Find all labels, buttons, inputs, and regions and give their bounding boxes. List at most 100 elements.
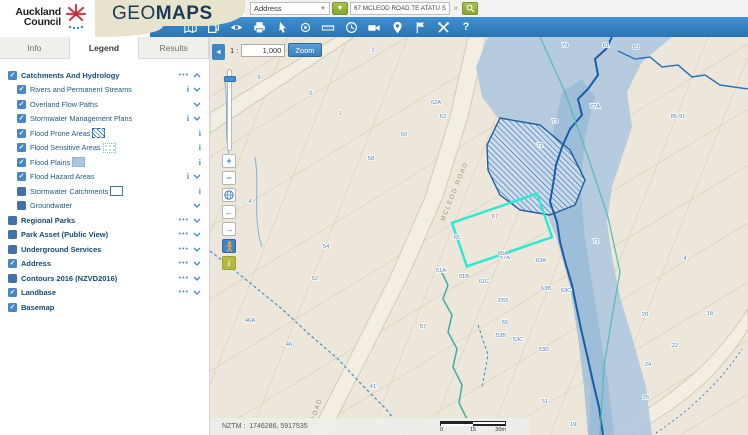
layer-checkbox[interactable]: ✓ xyxy=(8,259,17,268)
layer-checkbox[interactable] xyxy=(8,274,17,283)
sidebar-collapse-button[interactable]: ◄ xyxy=(212,44,225,60)
video-camera-icon[interactable] xyxy=(367,20,381,34)
layer-row: Underground Services ••• xyxy=(0,242,209,257)
layer-menu-icon[interactable]: ••• xyxy=(179,275,189,282)
search-input[interactable] xyxy=(350,2,450,15)
layer-info-icon[interactable]: i xyxy=(199,129,201,138)
zoom-slider-handle[interactable] xyxy=(224,76,236,82)
layer-checkbox[interactable]: ✓ xyxy=(17,143,26,152)
next-extent-button[interactable]: → xyxy=(222,222,236,236)
print-icon[interactable] xyxy=(252,20,266,34)
location-pin-icon[interactable] xyxy=(390,20,404,34)
bookmark-flag-icon[interactable] xyxy=(413,20,427,34)
identify-target-icon[interactable] xyxy=(298,20,312,34)
parcel-label: 71 xyxy=(537,143,543,149)
zoom-button[interactable]: Zoom xyxy=(288,43,321,57)
parcel-label: 63B xyxy=(541,286,551,292)
measure-ruler-icon[interactable] xyxy=(321,20,335,34)
geomaps-app: ? Address ▼ ▼ × GEOMAPS Auckland Council xyxy=(0,0,748,435)
pointer-icon[interactable] xyxy=(275,20,289,34)
history-clock-icon[interactable] xyxy=(344,20,358,34)
layer-checkbox[interactable] xyxy=(17,187,26,196)
layer-chevron-down-icon[interactable] xyxy=(193,218,201,223)
layer-chevron-down-icon[interactable] xyxy=(193,174,201,179)
scale-ratio-label: 1 : xyxy=(230,46,238,55)
status-bar: NZTM : 1746286, 5917535 01530m xyxy=(210,418,530,435)
layer-chevron-down-icon[interactable] xyxy=(193,116,201,121)
layer-info-icon[interactable]: i xyxy=(187,85,189,94)
layer-chevron-down-icon[interactable] xyxy=(193,261,201,266)
full-extent-globe-button[interactable] xyxy=(222,188,236,202)
parcel-label: 24 xyxy=(645,362,652,368)
clear-search-icon[interactable]: × xyxy=(452,4,460,13)
layer-label: Underground Services xyxy=(21,245,101,254)
search-type-select[interactable]: Address ▼ xyxy=(250,2,330,15)
layer-chevron-down-icon[interactable] xyxy=(193,290,201,295)
layer-menu-icon[interactable]: ••• xyxy=(179,231,189,238)
parcel-label: 53C xyxy=(513,337,524,343)
zoom-in-button[interactable]: + xyxy=(222,154,236,168)
layer-chevron-down-icon[interactable] xyxy=(193,247,201,252)
layer-chevron-up-icon[interactable] xyxy=(193,73,201,78)
scale-input[interactable] xyxy=(241,44,285,57)
tools-icon[interactable] xyxy=(436,20,450,34)
tab-results[interactable]: Results xyxy=(139,37,209,58)
layer-menu-icon[interactable]: ••• xyxy=(179,289,189,296)
layer-info-icon[interactable]: i xyxy=(199,158,201,167)
layer-checkbox[interactable]: ✓ xyxy=(8,71,17,80)
parcel-label: 57 xyxy=(420,324,426,330)
layer-info-icon[interactable]: i xyxy=(187,114,189,123)
tab-legend[interactable]: Legend xyxy=(70,37,140,59)
layer-info-icon[interactable]: i xyxy=(187,172,189,181)
layer-chevron-down-icon[interactable] xyxy=(193,102,201,107)
map-toolbar: ? xyxy=(150,17,748,37)
parcel-label: 1 xyxy=(371,48,374,54)
legend-swatch-dots xyxy=(103,143,116,153)
help-icon[interactable]: ? xyxy=(459,20,473,34)
layer-menu-icon[interactable]: ••• xyxy=(179,72,189,79)
layer-chevron-down-icon[interactable] xyxy=(193,232,201,237)
parcel-label: 65 xyxy=(454,235,460,241)
layer-menu-icon[interactable]: ••• xyxy=(179,260,189,267)
layer-checkbox[interactable]: ✓ xyxy=(8,288,17,297)
street-view-pegman-button[interactable] xyxy=(222,239,236,253)
map-controls: + − ← → i xyxy=(222,69,238,270)
layer-row: ✓Landbase••• xyxy=(0,286,209,301)
layer-actions: i xyxy=(187,85,201,94)
layer-checkbox[interactable]: ✓ xyxy=(17,100,26,109)
layer-chevron-down-icon[interactable] xyxy=(193,203,201,208)
layer-chevron-down-icon[interactable] xyxy=(193,87,201,92)
zoom-out-button[interactable]: − xyxy=(222,171,236,185)
zoom-slider[interactable] xyxy=(227,69,232,151)
layer-checkbox[interactable] xyxy=(8,245,17,254)
layer-actions: i xyxy=(199,187,201,196)
search-go-button[interactable] xyxy=(462,2,478,15)
visibility-eye-icon[interactable] xyxy=(229,20,243,34)
layer-checkbox[interactable]: ✓ xyxy=(17,129,26,138)
layer-actions: ••• xyxy=(179,246,201,253)
layer-chevron-down-icon[interactable] xyxy=(193,276,201,281)
layer-checkbox[interactable] xyxy=(8,230,17,239)
layer-info-icon[interactable]: i xyxy=(199,143,201,152)
parcel-label: 18 xyxy=(707,311,713,317)
layer-row: Park Asset (Public View)••• xyxy=(0,228,209,243)
layer-info-icon[interactable]: i xyxy=(199,187,201,196)
layer-checkbox[interactable]: ✓ xyxy=(17,172,26,181)
layer-list: ✓Catchments And Hydrology•••✓Rivers and … xyxy=(0,59,209,315)
layer-menu-icon[interactable]: ••• xyxy=(179,246,189,253)
layer-checkbox[interactable] xyxy=(17,201,26,210)
tab-info[interactable]: Info xyxy=(0,37,70,58)
identify-info-button[interactable]: i xyxy=(222,256,236,270)
layer-label: Regional Parks xyxy=(21,216,75,225)
map-canvas[interactable]: MCLEOD ROADMCLEOD ROAD 196162A6260584798… xyxy=(210,37,748,435)
previous-extent-button[interactable]: ← xyxy=(222,205,236,219)
layer-checkbox[interactable]: ✓ xyxy=(8,303,17,312)
layer-menu-icon[interactable]: ••• xyxy=(179,217,189,224)
search-type-dropdown-button[interactable]: ▼ xyxy=(332,2,348,15)
layer-checkbox[interactable]: ✓ xyxy=(17,85,26,94)
layer-checkbox[interactable]: ✓ xyxy=(17,158,26,167)
parcel-label: 63C xyxy=(561,288,572,294)
layer-checkbox[interactable] xyxy=(8,216,17,225)
layer-checkbox[interactable]: ✓ xyxy=(17,114,26,123)
layer-label: Overland Flow Paths xyxy=(30,100,98,109)
